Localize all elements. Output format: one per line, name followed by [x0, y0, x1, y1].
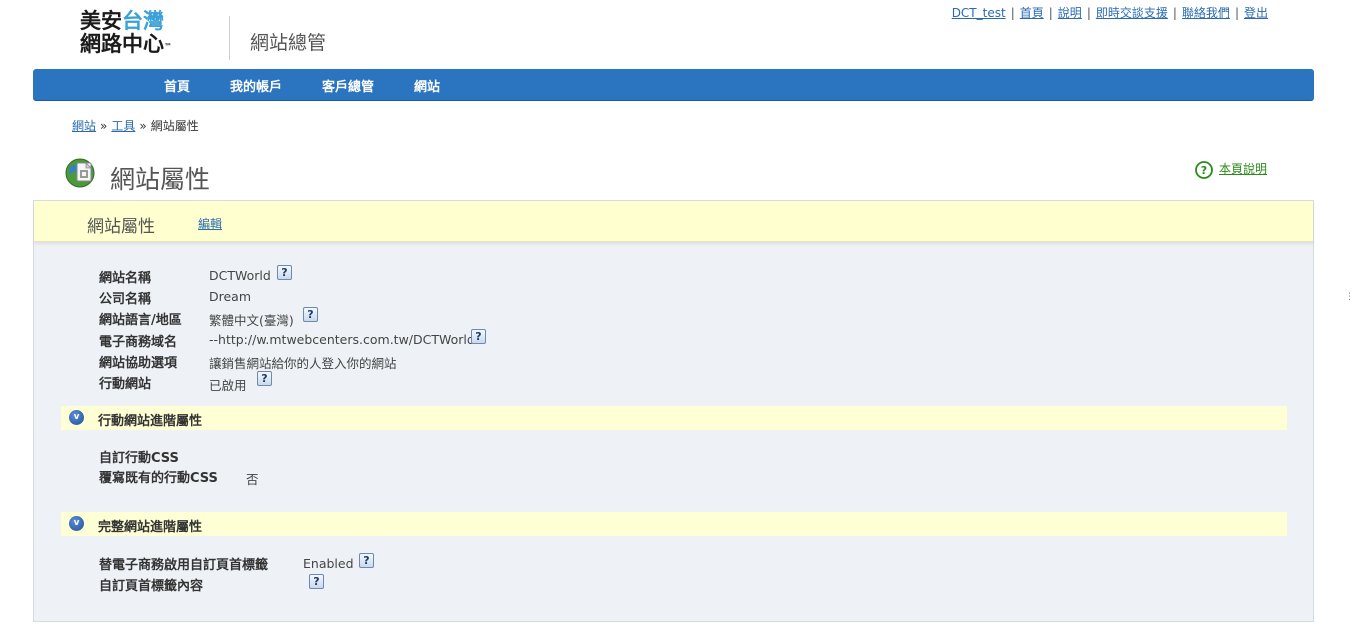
- top-link-separator: |: [1172, 6, 1177, 20]
- brand-logo[interactable]: 美安台灣 網路中心™: [80, 10, 172, 56]
- site-locale-value: 繁體中文(臺灣): [209, 313, 294, 328]
- home-link[interactable]: 首頁: [1020, 6, 1044, 20]
- breadcrumb-website[interactable]: 網站: [72, 119, 96, 133]
- custom-mobile-css-label: 自訂行動CSS: [99, 451, 179, 466]
- scrollbar-handle[interactable]: ⋮: [1345, 292, 1354, 302]
- company-name-value: Dream: [209, 289, 252, 304]
- full-advanced-title: 完整網站進階屬性: [98, 520, 203, 535]
- live-chat-link[interactable]: 即時交談支援: [1096, 6, 1168, 20]
- full-advanced-header[interactable]: v 完整網站進階屬性: [61, 512, 1287, 536]
- tab-site-properties[interactable]: 網站屬性: [87, 212, 155, 237]
- nav-customer-manager[interactable]: 客戶總管: [322, 69, 374, 101]
- chevron-down-icon[interactable]: v: [69, 516, 84, 531]
- logo-text-b: 台灣: [122, 9, 164, 33]
- top-links: DCT_test | 首頁 | 說明 | 即時交談支援 | 聯絡我們 | 登出: [952, 4, 1268, 21]
- user-link[interactable]: DCT_test: [952, 6, 1006, 20]
- top-link-separator: |: [1048, 6, 1053, 20]
- site-properties-icon: [65, 158, 95, 188]
- page-title: 網站屬性: [110, 165, 211, 194]
- mobile-advanced-title: 行動網站進階屬性: [98, 414, 203, 429]
- page-help-link[interactable]: 本頁說明: [1219, 162, 1267, 176]
- site-name-label: 網站名稱: [99, 271, 152, 286]
- mobile-site-label: 行動網站: [99, 377, 152, 392]
- app-title: 網站總管: [250, 32, 327, 54]
- page: 美安台灣 網路中心™ 網站總管 DCT_test | 首頁 | 說明 | 即時交談支援 | 聯絡…: [0, 0, 1355, 634]
- custom-header-content-help-icon[interactable]: ?: [309, 574, 324, 589]
- mobile-site-value: 已啟用: [209, 378, 247, 393]
- header-divider: [229, 16, 230, 60]
- site-locale-help-icon[interactable]: ?: [303, 307, 318, 322]
- question-circle-icon: ?: [1195, 160, 1213, 179]
- site-name-help-icon[interactable]: ?: [277, 265, 292, 280]
- top-link-separator: |: [1234, 6, 1239, 20]
- site-assist-label: 網站協助選項: [99, 356, 178, 371]
- ecommerce-domain-help-icon[interactable]: ?: [471, 329, 486, 344]
- custom-header-content-label: 自訂頁首標籤內容: [99, 579, 204, 594]
- site-locale-label: 網站語言/地區: [99, 313, 182, 328]
- site-name-value: DCTWorld: [209, 268, 271, 283]
- logo-text-a: 美安: [80, 9, 122, 33]
- top-link-separator: |: [1010, 6, 1015, 20]
- top-link-separator: |: [1086, 6, 1091, 20]
- logo-trademark: ™: [164, 42, 172, 51]
- contact-link[interactable]: 聯絡我們: [1182, 6, 1230, 20]
- nav-website[interactable]: 網站: [414, 69, 440, 101]
- edit-link[interactable]: 編輯: [198, 215, 222, 232]
- mobile-advanced-header[interactable]: v 行動網站進階屬性: [61, 406, 1287, 430]
- breadcrumb-separator: »: [100, 119, 108, 133]
- svg-text:?: ?: [1201, 164, 1207, 177]
- breadcrumb: 網站» 工具» 網站屬性: [72, 117, 199, 134]
- ecommerce-domain-label: 電子商務域名: [99, 335, 178, 350]
- ecommerce-domain-value: --http://w.mtwebcenters.com.tw/DCTWorld-…: [209, 332, 484, 347]
- breadcrumb-tools[interactable]: 工具: [111, 119, 135, 133]
- custom-header-tag-help-icon[interactable]: ?: [359, 553, 374, 568]
- chevron-down-icon[interactable]: v: [69, 410, 84, 425]
- custom-header-tag-label: 替電子商務啟用自訂頁首標籤: [99, 558, 269, 573]
- mobile-site-help-icon[interactable]: ?: [257, 371, 272, 386]
- nav-home[interactable]: 首頁: [164, 69, 190, 101]
- breadcrumb-current: 網站屬性: [150, 119, 199, 133]
- override-mobile-css-value: 否: [246, 472, 259, 487]
- panel-tabbar: 網站屬性 編輯: [34, 201, 1313, 242]
- page-help[interactable]: ? 本頁說明: [1195, 160, 1267, 179]
- breadcrumb-separator: »: [139, 119, 147, 133]
- site-assist-value: 讓銷售網站給你的人登入你的網站: [209, 356, 397, 371]
- main-nav: 首頁 我的帳戶 客戶總管 網站: [33, 69, 1314, 101]
- company-name-label: 公司名稱: [99, 292, 152, 307]
- override-mobile-css-label: 覆寫既有的行動CSS: [99, 471, 218, 486]
- logout-link[interactable]: 登出: [1244, 6, 1268, 20]
- logo-text-line2: 網路中心: [80, 32, 164, 56]
- custom-header-tag-value: Enabled: [303, 556, 354, 571]
- help-top-link[interactable]: 說明: [1058, 6, 1082, 20]
- nav-my-account[interactable]: 我的帳戶: [230, 69, 282, 101]
- properties-panel: 網站屬性 編輯 網站名稱 DCTWorld ? 公司名稱 Dream 網站語言/…: [33, 200, 1314, 622]
